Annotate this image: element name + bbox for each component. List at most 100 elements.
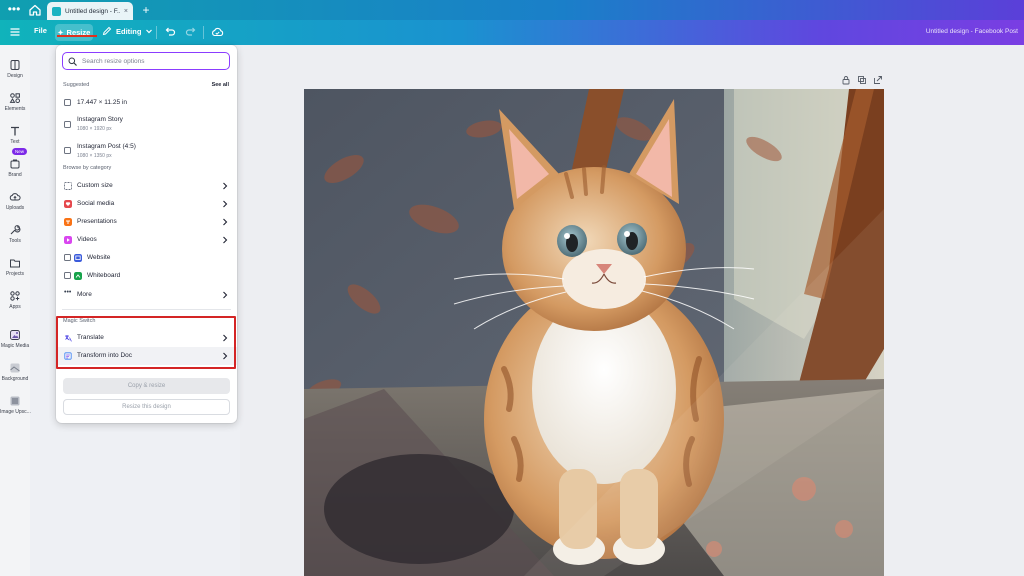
editing-mode-button[interactable]: Editing [102, 26, 153, 36]
sidebar-item-label: Magic Media [0, 343, 30, 349]
sidebar-item-text[interactable]: Text [0, 117, 30, 149]
website-icon [74, 254, 82, 262]
resize-this-design-button[interactable]: Resize this design [63, 399, 230, 415]
sidebar-item-magic-media[interactable]: Magic Media [0, 321, 30, 353]
redo-icon[interactable] [185, 26, 197, 38]
category-label: Presentations [77, 218, 117, 225]
search-resize-input[interactable] [82, 57, 212, 65]
chevron-right-icon [223, 291, 228, 299]
browser-tab-bar: ••• Untitled design - F... × + [0, 0, 1024, 20]
sidebar-item-image-upscaler[interactable]: Image Upsc... [0, 387, 31, 419]
magic-media-icon [10, 330, 20, 340]
suggested-heading: Suggested [63, 82, 90, 88]
file-menu-button[interactable]: File [34, 26, 47, 35]
copy-and-resize-button[interactable]: Copy & resize [63, 378, 230, 394]
see-all-link[interactable]: See all [212, 82, 229, 88]
suggested-item-title[interactable]: 17.447 × 11.25 in [77, 99, 127, 106]
chevron-right-icon [223, 218, 228, 226]
home-icon[interactable] [28, 3, 42, 17]
sidebar-item-apps[interactable]: Apps [0, 282, 30, 314]
custom-size-icon [64, 182, 72, 190]
suggested-checkbox[interactable] [64, 147, 71, 154]
sidebar-item-label: Uploads [5, 205, 25, 211]
sidebar-item-label: Brand [8, 172, 22, 178]
editor-toolbar: File ✦ Resize Editing Untitled design - … [0, 20, 1024, 45]
new-tab-button[interactable]: + [139, 2, 153, 18]
magic-switch-highlight-box [56, 316, 236, 369]
toolbar-divider [203, 26, 204, 39]
pencil-icon [102, 26, 112, 36]
browser-menu-icon[interactable]: ••• [6, 2, 22, 18]
projects-icon [10, 259, 20, 268]
section-divider [62, 309, 231, 310]
background-icon [10, 363, 20, 373]
suggested-item-size: 1080 × 1920 px [77, 126, 112, 132]
design-title[interactable]: Untitled design - Facebook Post [926, 28, 1018, 35]
search-resize-field[interactable] [62, 52, 230, 70]
cloud-saved-icon[interactable] [211, 26, 224, 38]
kitten-illustration[interactable] [304, 89, 884, 576]
duplicate-page-icon[interactable] [857, 75, 867, 85]
resize-button[interactable]: ✦ Resize [55, 24, 93, 41]
category-custom-size[interactable]: Custom size [56, 177, 237, 195]
category-whiteboard[interactable]: Whiteboard [66, 267, 237, 285]
category-label: Website [87, 254, 111, 261]
category-more[interactable]: ••• More [56, 286, 237, 304]
page-tools [841, 75, 883, 85]
design-icon [10, 60, 20, 70]
lock-icon[interactable] [841, 75, 851, 85]
sidebar-item-tools[interactable]: Tools [0, 216, 30, 248]
sidebar-item-elements[interactable]: Elements [0, 84, 30, 116]
elements-icon [9, 93, 20, 103]
suggested-checkbox[interactable] [64, 99, 71, 106]
tools-icon [10, 225, 21, 235]
hamburger-menu-icon[interactable] [8, 25, 22, 39]
text-icon [11, 126, 19, 136]
sidebar-item-projects[interactable]: Projects [0, 249, 30, 281]
browse-category-heading: Browse by category [63, 165, 112, 171]
category-label: Videos [77, 236, 97, 243]
apps-icon [10, 291, 20, 301]
sidebar-item-label: Design [7, 73, 23, 79]
suggested-checkbox[interactable] [64, 121, 71, 128]
browser-tab[interactable]: Untitled design - F... × [47, 2, 133, 20]
sidebar-item-label: Apps [9, 304, 21, 310]
sidebar-item-label: Projects [5, 271, 25, 277]
whiteboard-icon [74, 272, 82, 280]
category-social-media[interactable]: Social media [56, 195, 237, 213]
undo-icon[interactable] [164, 26, 176, 38]
toolbar-divider [156, 26, 157, 39]
sidebar-item-design[interactable]: Design [0, 51, 30, 83]
chevron-right-icon [223, 182, 228, 190]
sidebar-item-label: Background [1, 376, 29, 382]
brand-icon [10, 159, 20, 169]
suggested-item-title[interactable]: Instagram Story [77, 116, 123, 123]
uploads-icon [9, 193, 21, 201]
kitten-image [304, 89, 884, 576]
sidebar-item-label: Elements [4, 106, 26, 112]
resize-active-underline [57, 35, 97, 37]
tab-close-icon[interactable]: × [124, 8, 128, 15]
category-presentations[interactable]: Presentations [56, 213, 237, 231]
suggested-item-size: 1080 × 1350 px [77, 153, 112, 159]
search-icon [68, 57, 77, 66]
category-label: Custom size [77, 182, 113, 189]
left-sidebar: Design Elements Text Brand Uploads Tools… [0, 45, 31, 576]
new-badge: New [12, 148, 28, 155]
suggested-item-title[interactable]: Instagram Post (4:5) [77, 143, 136, 150]
sidebar-item-uploads[interactable]: Uploads [0, 183, 30, 215]
sidebar-item-background[interactable]: Background [0, 354, 30, 386]
editing-label: Editing [116, 26, 142, 36]
category-label: Social media [77, 200, 115, 207]
sidebar-item-label: Text [10, 139, 20, 145]
chevron-right-icon [223, 236, 228, 244]
heart-icon [64, 200, 72, 208]
image-upscaler-icon [10, 396, 20, 406]
canva-favicon-icon [52, 6, 61, 16]
browser-tab-title: Untitled design - F... [65, 7, 120, 15]
category-label: Whiteboard [87, 272, 121, 279]
more-icon: ••• [64, 289, 72, 296]
category-videos[interactable]: Videos [56, 231, 237, 249]
add-page-icon[interactable] [873, 75, 883, 85]
category-website[interactable]: Website [66, 249, 237, 267]
